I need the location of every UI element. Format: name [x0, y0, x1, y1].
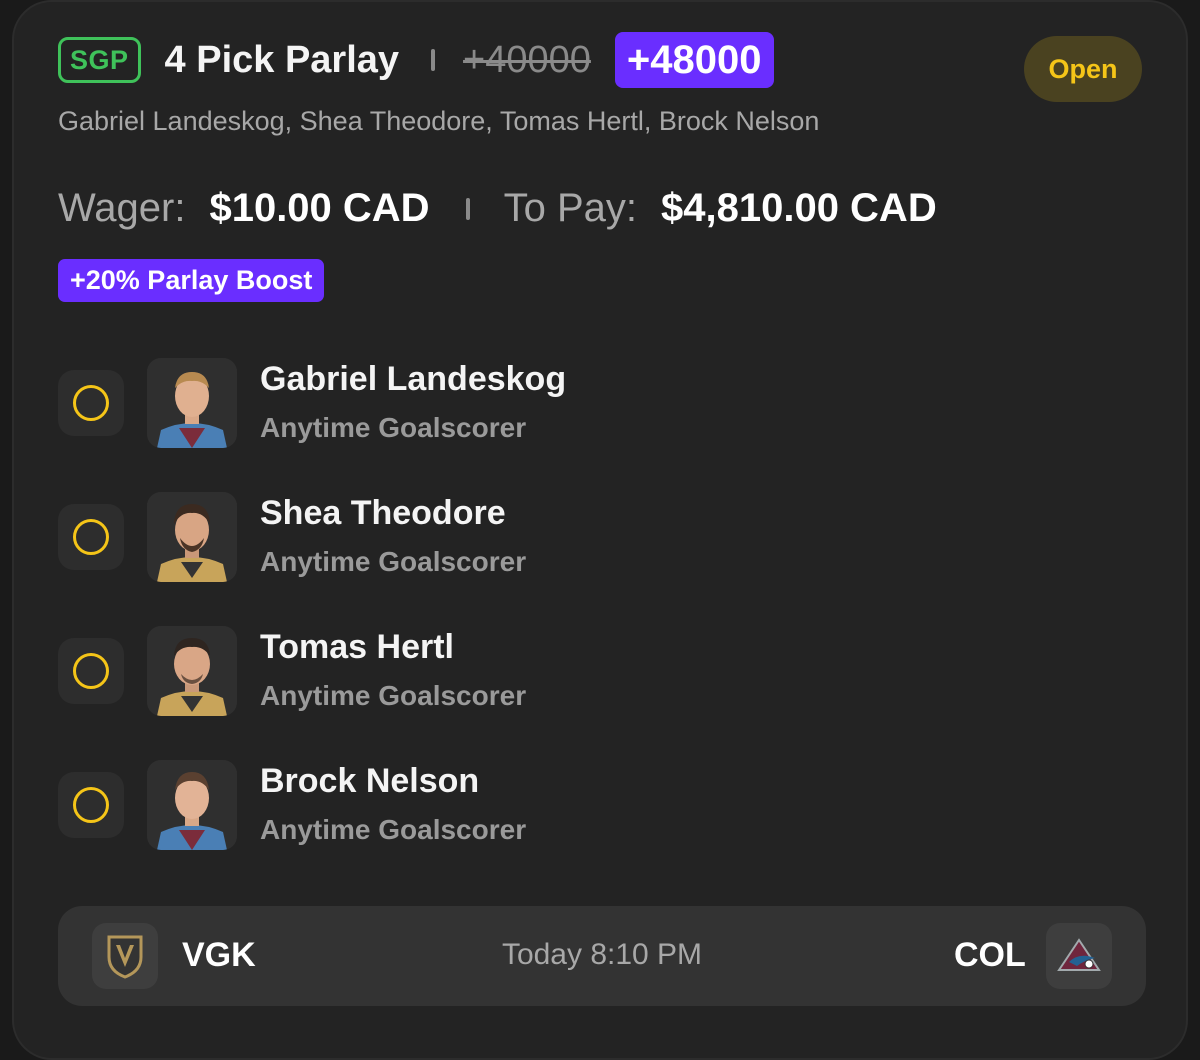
market-label: Anytime Goalscorer [260, 546, 527, 577]
player-name: Tomas Hertl [260, 628, 454, 666]
market-label: Anytime Goalscorer [260, 680, 527, 711]
bet-title: 4 Pick Parlay [164, 38, 400, 81]
avatar [147, 760, 237, 850]
circle-icon [73, 653, 109, 689]
header-divider [431, 49, 436, 71]
parlay-boost-badge: +20% Parlay Boost [58, 259, 325, 302]
wager-label: Wager: [58, 186, 186, 230]
legs-list: Gabriel Landeskog Anytime Goalscorer She… [58, 358, 1158, 894]
list-item[interactable]: Tomas Hertl Anytime Goalscorer [58, 626, 1158, 760]
boosted-odds: +48000 [614, 32, 774, 88]
player-name: Shea Theodore [260, 494, 506, 532]
to-pay-label: To Pay: [503, 186, 637, 230]
leg-status-radio[interactable] [58, 504, 124, 570]
market-label: Anytime Goalscorer [260, 412, 527, 443]
leg-status-radio[interactable] [58, 772, 124, 838]
original-odds: +40000 [463, 38, 591, 81]
leg-status-radio[interactable] [58, 638, 124, 704]
circle-icon [73, 385, 109, 421]
players-summary: Gabriel Landeskog, Shea Theodore, Tomas … [58, 106, 820, 136]
avatar [147, 358, 237, 448]
bet-card[interactable]: SGP 4 Pick Parlay +40000 +48000 Open Gab… [12, 0, 1188, 1060]
list-item[interactable]: Gabriel Landeskog Anytime Goalscorer [58, 358, 1158, 492]
bet-header: SGP 4 Pick Parlay +40000 +48000 [58, 30, 774, 90]
circle-icon [73, 519, 109, 555]
avalanche-a-icon [1046, 923, 1112, 989]
player-name: Brock Nelson [260, 762, 480, 800]
wager-divider [465, 197, 470, 220]
avatar [147, 626, 237, 716]
game-info-bar[interactable]: VGK Today 8:10 PM COL [58, 906, 1146, 1006]
to-pay-value: $4,810.00 CAD [660, 186, 937, 230]
list-item[interactable]: Shea Theodore Anytime Goalscorer [58, 492, 1158, 626]
leg-status-radio[interactable] [58, 370, 124, 436]
wager-value: $10.00 CAD [209, 186, 430, 230]
circle-icon [73, 787, 109, 823]
sgp-badge: SGP [58, 37, 141, 83]
wager-row: Wager: $10.00 CAD To Pay: $4,810.00 CAD [58, 186, 937, 231]
home-team-abbr: COL [954, 936, 1026, 974]
status-badge: Open [1024, 36, 1142, 102]
avatar [147, 492, 237, 582]
market-label: Anytime Goalscorer [260, 814, 527, 845]
player-name: Gabriel Landeskog [260, 360, 567, 398]
list-item[interactable]: Brock Nelson Anytime Goalscorer [58, 760, 1158, 894]
